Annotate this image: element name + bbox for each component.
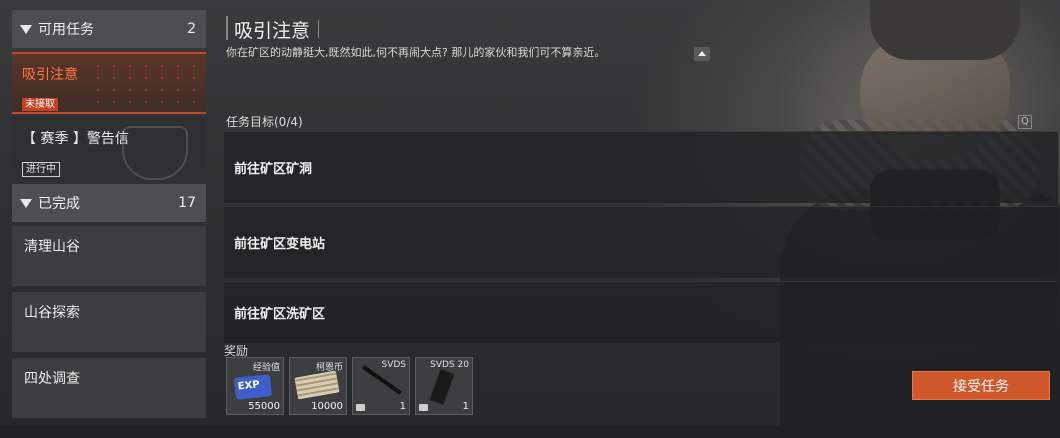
reward-name: 柯恩币 — [315, 363, 343, 373]
title-divider — [318, 20, 319, 38]
task-title: 吸引注意 — [234, 20, 311, 42]
reward-count: 1 — [462, 401, 469, 412]
reward-rifle[interactable]: SVDS 1 — [352, 357, 410, 415]
completed-tasks-label: 已完成 — [38, 196, 80, 212]
collapse-description-button[interactable] — [694, 47, 710, 61]
chevron-up-icon — [698, 51, 706, 56]
task-name: 清理山谷 — [24, 239, 80, 255]
status-badge: 进行中 — [22, 162, 60, 177]
objective-text: 前往矿区洗矿区 — [234, 307, 326, 322]
lock-icon — [356, 404, 365, 411]
completed-task-item[interactable]: 清理山谷 — [12, 226, 206, 286]
task-sidebar: 可用任务 2 吸引注意 未接取 【 赛季 】警告信 进行中 已完成 17 清理山… — [12, 10, 206, 418]
emblem-icon — [122, 126, 188, 180]
available-tasks-label: 可用任务 — [38, 22, 94, 38]
bottom-bar — [0, 426, 1060, 438]
status-badge: 未接取 — [22, 98, 58, 111]
reward-magazine[interactable]: SVDS 20 1 — [415, 357, 473, 415]
accept-task-button[interactable]: 接受任务 — [912, 371, 1050, 400]
collapse-triangle-icon — [20, 24, 32, 34]
exp-icon: EXP — [233, 374, 273, 400]
reward-count: 10000 — [311, 401, 343, 412]
cash-icon — [294, 370, 340, 400]
reward-name: 经验值 — [252, 363, 280, 373]
lock-icon — [419, 404, 428, 411]
completed-tasks-header[interactable]: 已完成 17 — [12, 184, 206, 222]
objective-row: 前往矿区洗矿区 — [224, 281, 1058, 343]
reward-exp[interactable]: EXP 经验值 55000 — [226, 357, 284, 415]
task-description: 你在矿区的动静挺大,既然如此,何不再闹大点? 那儿的家伙和我们可不算亲近。 — [226, 46, 606, 59]
completed-task-item[interactable]: 四处调查 — [12, 358, 206, 418]
available-tasks-count: 2 — [187, 21, 196, 37]
reward-count: 1 — [399, 401, 406, 412]
completed-tasks-count: 17 — [178, 195, 196, 211]
available-tasks-header[interactable]: 可用任务 2 — [12, 10, 206, 48]
task-name: 四处调查 — [24, 371, 80, 387]
collapse-triangle-icon — [20, 198, 32, 208]
task-name: 吸引注意 — [22, 67, 78, 83]
task-item-attract-attention[interactable]: 吸引注意 未接取 — [12, 52, 206, 114]
magazine-icon — [428, 368, 456, 406]
reward-name: SVDS 20 — [430, 360, 469, 370]
title-accent — [226, 16, 228, 40]
reward-currency[interactable]: 柯恩币 10000 — [289, 357, 347, 415]
task-name: 山谷探索 — [24, 305, 80, 321]
reward-count: 55000 — [248, 401, 280, 412]
objective-text: 前往矿区变电站 — [234, 237, 326, 252]
objective-row: 前往矿区矿洞 — [224, 131, 1058, 203]
objective-row: 前往矿区变电站 — [224, 206, 1058, 278]
task-name: 【 赛季 】警告信 — [22, 131, 129, 147]
objective-text: 前往矿区矿洞 — [234, 162, 313, 177]
reward-name: SVDS — [381, 360, 406, 370]
task-item-warning-letter[interactable]: 【 赛季 】警告信 进行中 — [12, 116, 206, 182]
completed-task-item[interactable]: 山谷探索 — [12, 292, 206, 352]
hint-key: Q — [1018, 115, 1032, 129]
objectives-header: 任务目标(0/4) — [226, 115, 303, 129]
dot-pattern-decoration — [90, 60, 200, 106]
